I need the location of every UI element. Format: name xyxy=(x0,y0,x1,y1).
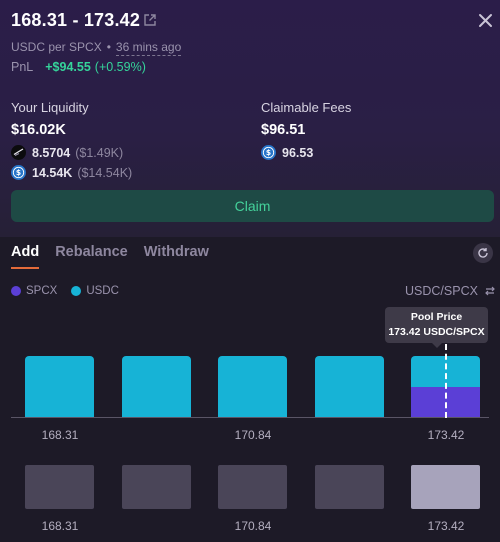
action-tabs: Add Rebalance Withdraw xyxy=(11,244,225,269)
usdc-token-icon: $ xyxy=(261,145,276,160)
legend-swatch-spcx xyxy=(11,286,21,296)
range-x-tick-label: 168.31 xyxy=(41,519,79,533)
separator-dot: • xyxy=(106,40,111,54)
refresh-button[interactable] xyxy=(473,243,493,263)
claimable-fees-value: $96.51 xyxy=(261,122,306,138)
chart-bar-usdc[interactable] xyxy=(315,356,384,417)
range-bar[interactable] xyxy=(315,465,384,509)
range-bar[interactable] xyxy=(218,465,287,509)
usdc-amount: 14.54K xyxy=(32,165,73,180)
pool-price-tooltip: Pool Price 173.42 USDC/SPCX xyxy=(385,307,488,348)
pnl-percent: (+0.59%) xyxy=(94,60,146,74)
legend-swatch-usdc xyxy=(71,286,82,296)
pair-unit-text: USDC per SPCX xyxy=(11,40,102,54)
pool-price-marker-line xyxy=(445,344,447,418)
range-x-tick-label: 170.84 xyxy=(234,519,272,533)
fees-usdc-amount: 96.53 xyxy=(282,145,314,160)
chart-bar-usdc[interactable] xyxy=(122,356,191,417)
tab-withdraw[interactable]: Withdraw xyxy=(144,244,209,269)
legend-label-usdc: USDC xyxy=(86,285,119,297)
range-x-tick-label: 173.42 xyxy=(427,519,465,533)
spcx-amount: 8.5704 xyxy=(32,145,71,160)
x-tick-label: 168.31 xyxy=(41,428,79,442)
usdc-usd-value: ($14.54K) xyxy=(77,165,133,180)
tab-add[interactable]: Add xyxy=(11,244,40,269)
liquidity-token-row-spcx: 8.5704 ($1.49K) xyxy=(11,145,123,160)
x-tick-label: 173.42 xyxy=(427,428,465,442)
price-range-title: 168.31 - 173.42 xyxy=(11,10,141,30)
range-bar[interactable] xyxy=(122,465,191,509)
close-icon[interactable] xyxy=(478,13,493,28)
tab-rebalance[interactable]: Rebalance xyxy=(55,244,128,269)
range-bar[interactable] xyxy=(411,465,480,509)
legend-item-spcx: SPCX xyxy=(11,285,57,297)
chart-bar-usdc[interactable] xyxy=(218,356,287,417)
position-summary-panel: 168.31 - 173.42 USDC per SPCX • 36 mins ag… xyxy=(0,0,500,237)
pair-toggle-button[interactable]: USDC/SPCX xyxy=(405,284,496,298)
swap-arrows-icon xyxy=(485,286,495,296)
usdc-token-icon: $ xyxy=(11,165,26,180)
svg-text:$: $ xyxy=(266,148,271,157)
chart-baseline xyxy=(11,417,489,418)
external-link-icon[interactable] xyxy=(143,13,157,27)
updated-time: 36 mins ago xyxy=(115,40,182,56)
spcx-token-icon xyxy=(11,145,26,160)
chart-bar-usdc[interactable] xyxy=(25,356,94,417)
pnl-row: PnL +$94.55 (+0.59%) xyxy=(11,60,146,74)
svg-text:$: $ xyxy=(16,168,21,177)
spcx-usd-value: ($1.49K) xyxy=(75,145,124,160)
legend-item-usdc: USDC xyxy=(71,285,119,297)
pair-toggle-label: USDC/SPCX xyxy=(405,284,478,298)
pnl-value: +$94.55 xyxy=(45,60,91,74)
claimable-fees-label: Claimable Fees xyxy=(261,100,352,115)
fees-token-row-usdc: $ 96.53 xyxy=(261,145,313,160)
price-unit-row: USDC per SPCX • 36 mins ago xyxy=(11,40,182,56)
your-liquidity-value: $16.02K xyxy=(11,122,66,138)
pool-price-value: 173.42 USDC/SPCX xyxy=(388,326,485,338)
your-liquidity-label: Your Liquidity xyxy=(11,100,89,115)
pool-price-label: Pool Price xyxy=(410,311,463,323)
liquidity-token-row-usdc: $ 14.54K ($14.54K) xyxy=(11,165,132,180)
chart-legend: SPCX USDC xyxy=(11,285,133,297)
pnl-label: PnL xyxy=(11,60,34,74)
range-bar[interactable] xyxy=(25,465,94,509)
refresh-icon xyxy=(478,248,488,258)
claim-button[interactable]: Claim xyxy=(11,190,494,222)
x-tick-label: 170.84 xyxy=(234,428,272,442)
legend-label-spcx: SPCX xyxy=(26,285,58,297)
